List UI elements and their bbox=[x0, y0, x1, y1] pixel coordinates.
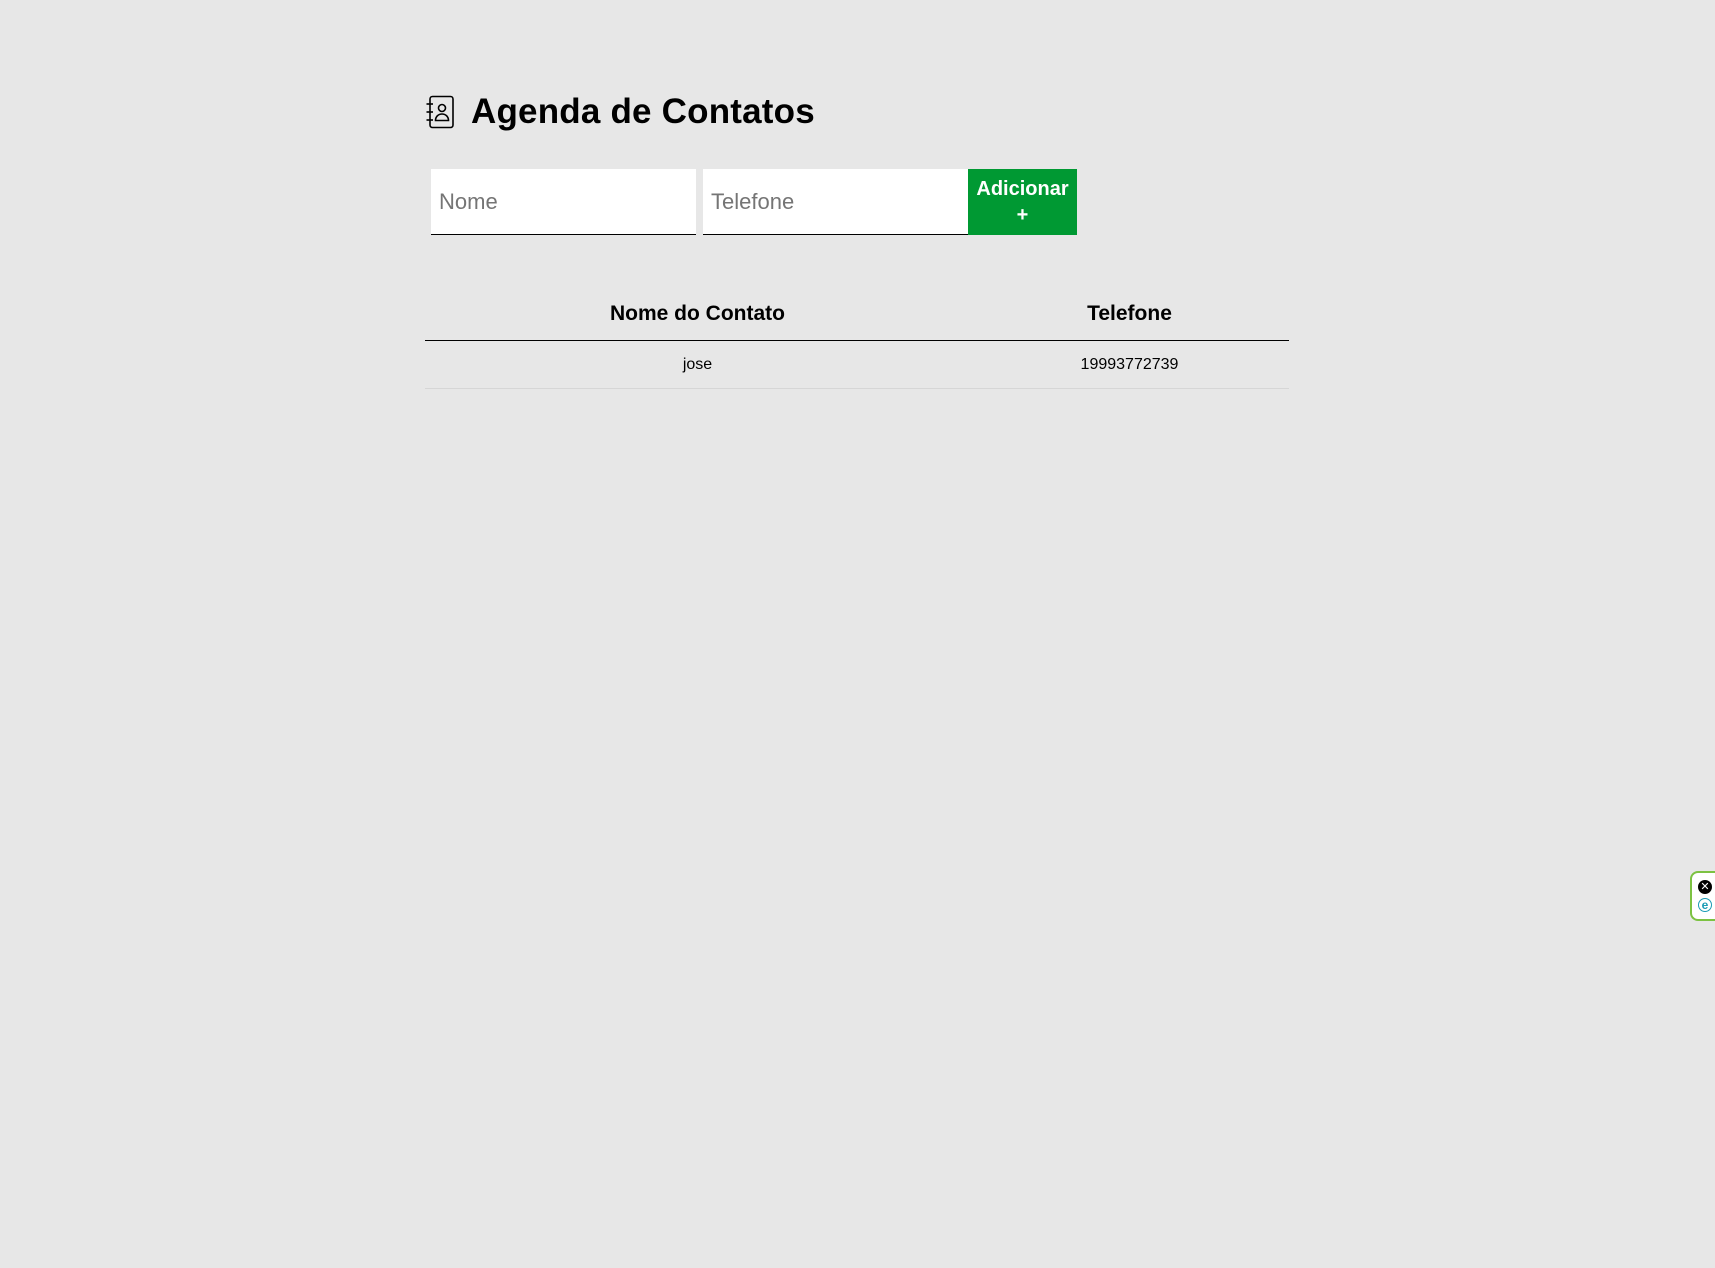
column-header-phone: Telefone bbox=[970, 288, 1289, 341]
contact-name-cell: jose bbox=[425, 340, 970, 389]
column-header-name: Nome do Contato bbox=[425, 288, 970, 341]
contacts-table: Nome do Contato Telefone jose 1999377273… bbox=[425, 288, 1289, 389]
browser-extension-widget: ✕ e bbox=[1690, 871, 1715, 921]
plus-icon: + bbox=[1016, 204, 1029, 226]
extension-e-icon[interactable]: e bbox=[1698, 898, 1712, 912]
close-circle-icon[interactable]: ✕ bbox=[1698, 880, 1712, 894]
page-title: Agenda de Contatos bbox=[471, 92, 815, 131]
table-header-row: Nome do Contato Telefone bbox=[425, 288, 1289, 341]
form-gap bbox=[696, 169, 703, 235]
add-button-label: Adicionar bbox=[976, 178, 1069, 200]
name-input[interactable] bbox=[431, 169, 696, 235]
address-book-icon bbox=[425, 94, 455, 130]
page-header: Agenda de Contatos bbox=[425, 88, 815, 136]
phone-input[interactable] bbox=[703, 169, 968, 235]
add-contact-form: Adicionar + bbox=[431, 169, 1077, 235]
add-contact-button[interactable]: Adicionar + bbox=[968, 169, 1077, 235]
contact-phone-cell: 19993772739 bbox=[970, 340, 1289, 389]
table-row: jose 19993772739 bbox=[425, 340, 1289, 389]
